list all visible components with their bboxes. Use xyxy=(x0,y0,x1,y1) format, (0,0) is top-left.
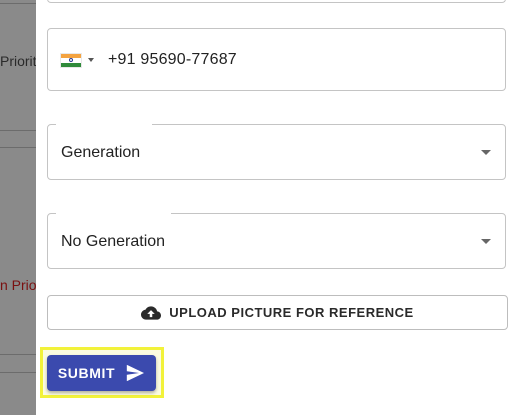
upload-picture-button[interactable]: UPLOAD PICTURE FOR REFERENCE xyxy=(47,295,508,330)
background-divider xyxy=(0,147,36,148)
upload-button-label[interactable]: UPLOAD PICTURE FOR REFERENCE xyxy=(169,305,413,320)
phone-value[interactable]: +91 95690-77687 xyxy=(108,51,237,69)
previous-field[interactable] xyxy=(47,0,506,3)
background-divider xyxy=(0,3,36,4)
no-generation-select[interactable]: No Generation xyxy=(47,212,506,269)
submit-button-label[interactable]: SUBMIT xyxy=(58,365,115,381)
label-notch xyxy=(56,123,152,127)
cloud-upload-icon xyxy=(141,305,162,320)
background-text: Priorit xyxy=(0,53,36,69)
india-flag-icon[interactable] xyxy=(60,53,82,68)
no-generation-select-value[interactable]: No Generation xyxy=(61,233,165,251)
background-divider xyxy=(0,130,36,131)
background-text: n Prio xyxy=(0,277,36,293)
chevron-down-icon[interactable] xyxy=(481,239,491,244)
background-page: Priorit n Prio xyxy=(0,0,36,415)
background-divider xyxy=(0,372,36,373)
phone-input[interactable]: +91 95690-77687 xyxy=(47,28,506,91)
generation-select-value[interactable]: Generation xyxy=(61,144,140,162)
country-dropdown-caret-icon[interactable] xyxy=(88,58,94,62)
background-divider xyxy=(0,354,36,355)
generation-select[interactable]: Generation xyxy=(47,123,506,180)
submit-button[interactable]: SUBMIT xyxy=(47,355,156,391)
form-dialog: +91 95690-77687 Generation No Generation… xyxy=(36,0,521,415)
send-icon xyxy=(126,364,145,382)
chevron-down-icon[interactable] xyxy=(481,150,491,155)
label-notch xyxy=(56,212,171,216)
